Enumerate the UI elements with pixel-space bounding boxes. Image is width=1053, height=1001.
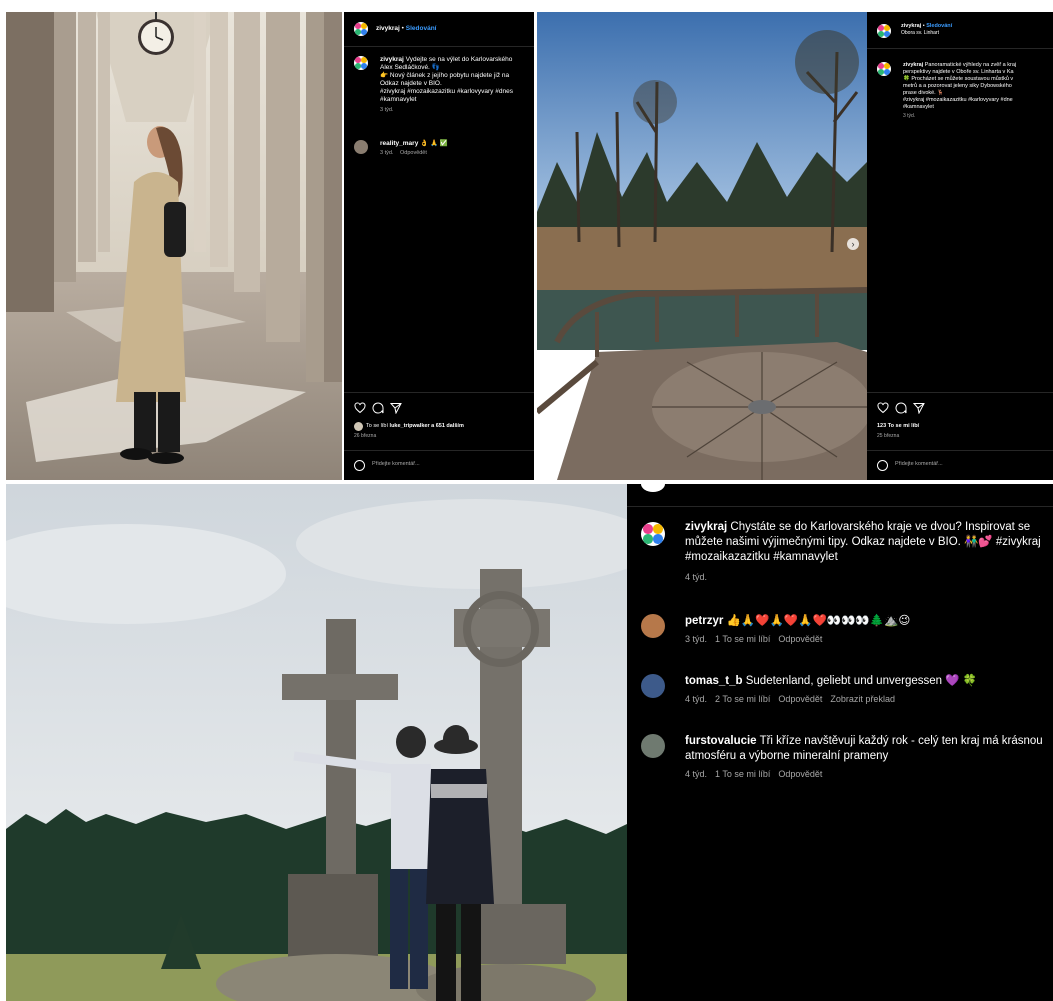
follow-button[interactable]: Sledování [926, 23, 952, 29]
reply-button[interactable]: Odpovědět [400, 150, 427, 156]
translate-button[interactable]: Zobrazit překlad [830, 694, 895, 704]
comment-likes[interactable]: 2 To se mi líbí [715, 694, 770, 704]
caption-line: #kamnavylet [903, 104, 934, 110]
post3-photo [6, 484, 627, 1001]
profile-avatar[interactable] [877, 24, 891, 38]
comment-bar: Přidejte komentář... [344, 450, 534, 480]
comment-icon[interactable] [372, 402, 384, 414]
emoji-icon[interactable] [877, 460, 888, 471]
comment-username[interactable]: furstovalucie [685, 735, 757, 747]
caption-line: perspektivy najdete v Oboře sv. Linharta… [903, 69, 1014, 75]
reply-button[interactable]: Odpovědět [778, 769, 822, 779]
caption-line: #zivykraj #mozaikazazitku #karlovyvary #… [380, 88, 513, 95]
comment-time: 4 týd. [685, 694, 708, 704]
follow-button[interactable]: Sledování [406, 25, 437, 32]
comment-bar: Přidejte komentář... [867, 450, 1053, 480]
caption-text: Chystáte se do Karlovarského kraje ve dv… [685, 521, 1041, 563]
caption-username[interactable]: zivykraj [685, 521, 727, 533]
caption-avatar[interactable] [354, 56, 368, 70]
comment-text: 👍🙏❤️🙏❤️🙏❤️👀👀👀🌲⛰️😉 [726, 615, 911, 627]
username-link[interactable]: zivykraj [376, 25, 400, 32]
caption-line: Panoramatické výhledy na zvěř a kraj [924, 62, 1017, 68]
caption-time: 3 týd. [380, 107, 394, 113]
comment: furstovalucie Tři kříze navštěvuji každý… [685, 734, 1047, 780]
location-link[interactable]: Obora sv. Linhart [901, 30, 952, 37]
commenter-avatar[interactable] [641, 734, 665, 758]
comment-time: 3 týd. [685, 634, 708, 644]
post2-photo [537, 12, 867, 480]
liker-avatar[interactable] [354, 422, 363, 431]
comment-time: 4 týd. [685, 769, 708, 779]
post3-panel: zivykraj Chystáte se do Karlovarského kr… [627, 484, 1053, 1001]
caption: zivykraj Panoramatické výhledy na zvěř a… [903, 62, 1053, 120]
caption-line: 👉 Nový článek z jejího pobytu najdete ji… [380, 72, 510, 79]
add-comment-input[interactable]: Přidejte komentář... [372, 461, 420, 467]
emoji-icon[interactable] [354, 460, 365, 471]
caption-line: prase divoké. 🦌 [903, 90, 945, 96]
caption-line: Odkaz najdete v BIO. [380, 80, 442, 87]
commenter-avatar[interactable] [354, 140, 368, 154]
comment-username[interactable]: petrzyr [685, 615, 723, 627]
previous-arrow-icon[interactable]: ‹ [0, 444, 10, 464]
caption-line: Alex Sedláčkové. 👣 [380, 64, 440, 71]
commenter-avatar[interactable] [641, 614, 665, 638]
caption-username[interactable]: zivykraj [903, 62, 923, 68]
comment-username[interactable]: reality_mary [380, 140, 418, 147]
caption-time: 4 týd. [685, 572, 708, 582]
next-arrow-icon[interactable]: › [847, 238, 859, 250]
post-date: 26 března [354, 433, 377, 439]
likes-count[interactable]: a 651 dalším [431, 423, 464, 429]
comment: reality_mary 👌 🙏 ✅ 3 týd. Odpovědět [380, 140, 448, 157]
reply-button[interactable]: Odpovědět [778, 634, 822, 644]
comment-likes[interactable]: 1 To se mi líbí [715, 634, 770, 644]
comment-text: 👌 🙏 ✅ [420, 140, 449, 147]
caption-avatar[interactable] [877, 62, 891, 76]
divider [344, 392, 534, 393]
heart-icon[interactable] [877, 402, 889, 414]
commenter-avatar[interactable] [641, 674, 665, 698]
caption-line: Vydejte se na výlet do Karlovarského [405, 56, 513, 63]
likes-line: To se líbí luke_tripwalker a 651 dalším [366, 423, 464, 430]
profile-avatar[interactable] [354, 22, 368, 36]
caption-username[interactable]: zivykraj [380, 56, 404, 63]
post2-panel: zivykraj • Sledování Obora sv. Linhart z… [867, 12, 1053, 480]
comment-icon[interactable] [895, 402, 907, 414]
comment: tomas_t_b Sudetenland, geliebt und unver… [685, 674, 1047, 705]
comment-time: 3 týd. [380, 150, 394, 156]
profile-avatar[interactable] [641, 484, 665, 492]
divider [344, 46, 534, 47]
share-icon[interactable] [913, 402, 925, 414]
divider [867, 392, 1053, 393]
add-comment-input[interactable]: Přidejte komentář... [895, 461, 943, 467]
caption: zivykraj Vydejte se na výlet do Karlovar… [380, 56, 530, 114]
reply-button[interactable]: Odpovědět [778, 694, 822, 704]
caption-line: metrů a a pozorovat jeleny siky Dybowské… [903, 83, 1012, 89]
username-link[interactable]: zivykraj [901, 23, 921, 29]
divider [867, 48, 1053, 49]
caption-avatar[interactable] [641, 522, 665, 546]
liker-username[interactable]: luke_tripwalker [390, 423, 430, 429]
comment-likes[interactable]: 1 To se mi líbí [715, 769, 770, 779]
caption-line: #kamnavylet [380, 96, 417, 103]
share-icon[interactable] [390, 402, 402, 414]
comment: petrzyr 👍🙏❤️🙏❤️🙏❤️👀👀👀🌲⛰️😉 3 týd. 1 To se … [685, 614, 1047, 645]
post-date: 25 března [877, 433, 900, 439]
comment-text: Sudetenland, geliebt und unvergessen 💜 🍀 [745, 675, 978, 687]
post-header: zivykraj • Sledování [376, 25, 437, 32]
comment-username[interactable]: tomas_t_b [685, 675, 743, 687]
likes-text: To se líbí [366, 423, 389, 429]
caption-line: #zivykraj #mozaikazazitku #karlovyvary #… [903, 97, 1013, 103]
post1-panel: zivykraj • Sledování zivykraj Vydejte se… [344, 12, 534, 480]
caption-time: 3 týd. [903, 113, 916, 119]
likes-count[interactable]: 123 To se mi líbí [877, 423, 919, 430]
post1-photo [6, 12, 342, 480]
heart-icon[interactable] [354, 402, 366, 414]
caption-line: 🍀 Procházet se můžete soustavou můstků v [903, 76, 1014, 82]
caption: zivykraj Chystáte se do Karlovarského kr… [685, 520, 1047, 583]
divider [627, 506, 1053, 507]
post-header: zivykraj • Sledování Obora sv. Linhart [901, 23, 953, 37]
